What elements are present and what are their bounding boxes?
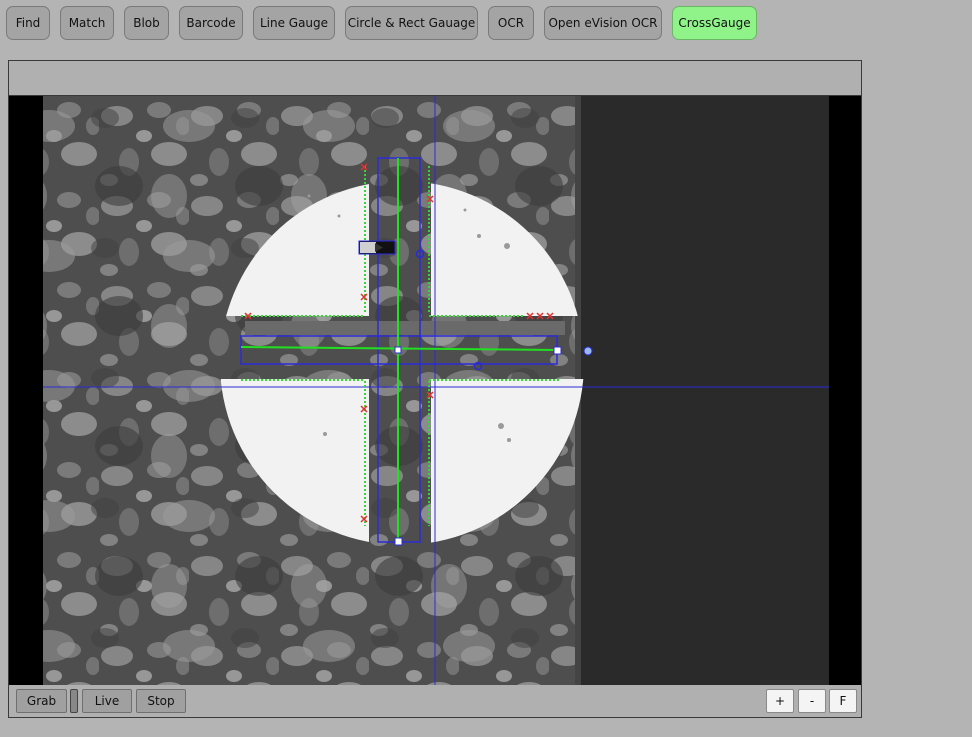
match-button[interactable]: Match — [60, 6, 114, 40]
image-viewer: Grab Live Stop + - F — [8, 60, 862, 718]
bottom-handle[interactable] — [394, 537, 403, 546]
zoom-out-button[interactable]: - — [798, 689, 826, 713]
image-canvas[interactable] — [9, 96, 861, 685]
find-button[interactable]: Find — [6, 6, 50, 40]
toolbar-splitter[interactable] — [70, 689, 78, 713]
fit-button[interactable]: F — [829, 689, 857, 713]
zoom-in-button[interactable]: + — [766, 689, 794, 713]
viewer-header — [9, 61, 861, 96]
barcode-button[interactable]: Barcode — [179, 6, 243, 40]
ocr-button[interactable]: OCR — [488, 6, 534, 40]
right-handle[interactable] — [553, 346, 562, 355]
open-evision-ocr-button[interactable]: Open eVision OCR — [544, 6, 662, 40]
angle-handle[interactable] — [583, 346, 593, 356]
stop-button[interactable]: Stop — [136, 689, 186, 713]
live-button[interactable]: Live — [82, 689, 132, 713]
camera-control-bar: Grab Live Stop + - F — [9, 685, 861, 717]
line-gauge-button[interactable]: Line Gauge — [253, 6, 335, 40]
crossgauge-button[interactable]: CrossGauge — [672, 6, 757, 40]
grab-button[interactable]: Grab — [16, 689, 67, 713]
dark-region — [575, 96, 829, 685]
center-handle[interactable] — [394, 346, 402, 354]
direction-indicator-fill — [360, 242, 376, 253]
tool-toolbar: Find Match Blob Barcode Line Gauge Circl… — [0, 0, 972, 48]
camera-image[interactable] — [9, 96, 861, 685]
circle-rect-gauge-button[interactable]: Circle & Rect Gauage — [345, 6, 478, 40]
blob-button[interactable]: Blob — [124, 6, 169, 40]
